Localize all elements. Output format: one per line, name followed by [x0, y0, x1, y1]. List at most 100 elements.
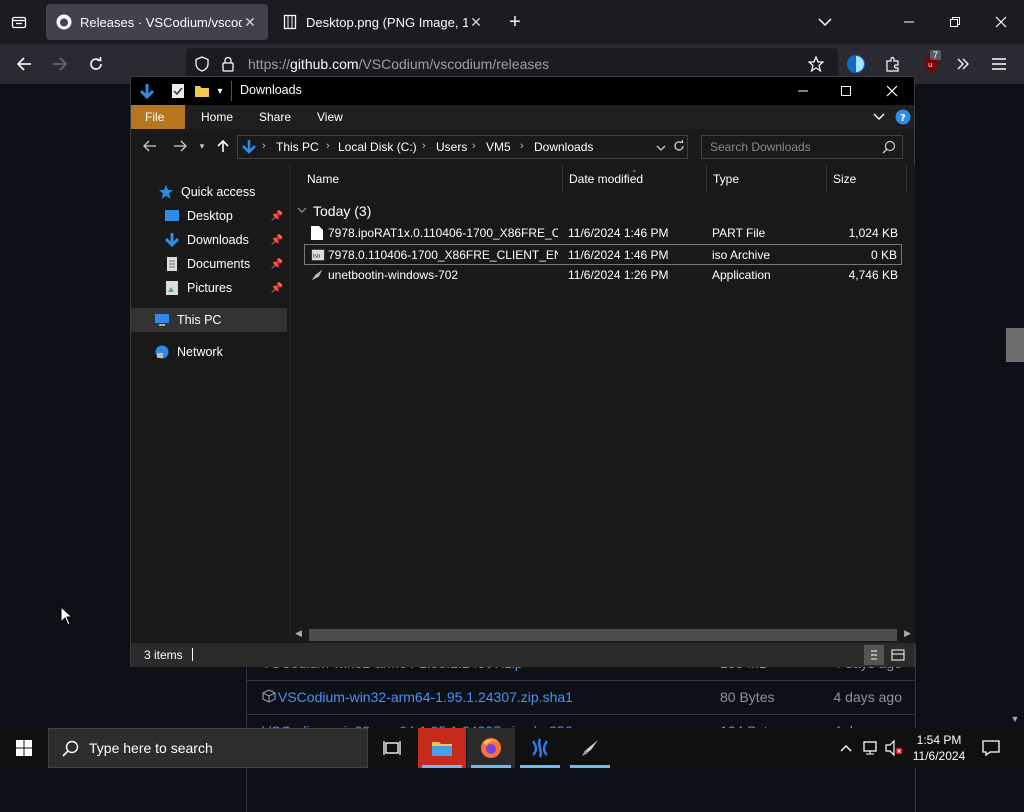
close-window-icon[interactable] — [990, 12, 1012, 32]
column-header-name[interactable]: Name — [291, 165, 563, 193]
group-label: Today (3) — [313, 203, 372, 219]
asset-name[interactable]: VSCodium-win32-arm64-1.95.1.24307.zip.sh… — [278, 689, 573, 705]
pictures-icon — [163, 279, 181, 297]
new-tab-icon[interactable]: + — [504, 11, 526, 33]
restore-icon[interactable] — [944, 12, 966, 32]
pin-icon[interactable]: 📌 — [271, 283, 283, 294]
tab-home[interactable]: Home — [187, 105, 247, 129]
group-header-today[interactable]: Today (3) — [297, 201, 371, 221]
scrollbar-thumb[interactable] — [309, 629, 897, 641]
back-icon[interactable] — [13, 54, 35, 74]
column-header-type[interactable]: Type — [707, 165, 827, 193]
search-field[interactable]: Search Downloads — [701, 135, 903, 159]
minimize-icon[interactable] — [898, 12, 920, 32]
nav-pictures[interactable]: Pictures 📌 — [131, 276, 287, 300]
notification-icon[interactable] — [980, 738, 1002, 758]
breadcrumb-downloads[interactable]: Downloads — [534, 140, 593, 154]
file-explorer-taskbar-button[interactable] — [418, 728, 466, 768]
network-status-icon[interactable] — [862, 739, 880, 757]
qat-dropdown-icon[interactable]: ▾ — [213, 83, 227, 99]
asset-row[interactable]: VSCodium-win32-arm64-1.95.1.24307.zip.sh… — [246, 680, 916, 714]
pin-icon[interactable]: 📌 — [271, 211, 283, 222]
tab-releases[interactable]: Releases · VSCodium/vscodium ✕ — [46, 4, 268, 40]
address-bar[interactable]: › This PC › Local Disk (C:) › Users › VM… — [237, 135, 688, 159]
firefox-taskbar-button[interactable] — [467, 728, 515, 768]
extensions-icon[interactable] — [882, 54, 904, 74]
lock-icon[interactable] — [218, 54, 238, 74]
nav-downloads[interactable]: Downloads 📌 — [131, 228, 287, 252]
recent-locations-icon[interactable]: ▾ — [195, 137, 209, 155]
ribbon-tabs: File Home Share View ? — [131, 105, 914, 129]
clock-date: 11/6/2024 — [912, 749, 966, 763]
vpn-extension-icon[interactable] — [845, 53, 867, 75]
menu-icon[interactable] — [988, 54, 1010, 74]
forward-icon[interactable] — [171, 137, 189, 155]
close-window-icon[interactable] — [880, 81, 904, 101]
back-icon[interactable] — [141, 137, 159, 155]
windows-logo-icon — [16, 740, 32, 756]
column-header-date[interactable]: Date modified — [563, 165, 707, 193]
close-tab-icon[interactable]: ✕ — [468, 14, 484, 31]
details-view-icon[interactable] — [864, 645, 884, 665]
tab-list-icon[interactable] — [8, 12, 30, 32]
volume-muted-icon[interactable] — [884, 739, 904, 757]
help-icon[interactable]: ? — [895, 109, 911, 125]
tab-view[interactable]: View — [303, 105, 357, 129]
taskbar-search-box[interactable]: Type here to search — [48, 728, 368, 768]
column-header-size[interactable]: Size — [827, 165, 907, 193]
large-icons-view-icon[interactable] — [888, 645, 908, 665]
close-tab-icon[interactable]: ✕ — [242, 14, 258, 31]
browser-tab-bar: Releases · VSCodium/vscodium ✕ Desktop.p… — [0, 0, 1024, 44]
address-dropdown-icon[interactable] — [656, 142, 666, 156]
breadcrumb-users[interactable]: Users — [436, 140, 467, 154]
file-row[interactable] — [305, 299, 903, 320]
file-row[interactable]: unetbootin-windows-702 11/6/2024 1:26 PM… — [304, 265, 902, 286]
overflow-chevrons-icon[interactable] — [952, 54, 974, 74]
nav-documents[interactable]: Documents 📌 — [131, 252, 287, 276]
file-row[interactable]: 7978.ipoRAT1x.0.110406-1700_X86FRE_CL...… — [304, 223, 902, 244]
breadcrumb-this-pc[interactable]: This PC — [276, 140, 319, 154]
new-folder-icon[interactable] — [193, 82, 211, 100]
nav-label: Downloads — [187, 233, 249, 247]
page-scrollbar-thumb[interactable] — [1006, 328, 1024, 362]
expand-ribbon-icon[interactable] — [871, 109, 887, 125]
bookmark-star-icon[interactable] — [806, 54, 826, 74]
nav-this-pc[interactable]: This PC — [131, 308, 287, 332]
task-view-button[interactable] — [368, 728, 416, 768]
scroll-right-icon[interactable]: ▶ — [904, 628, 911, 639]
start-button[interactable] — [0, 728, 48, 768]
unetbootin-taskbar-button[interactable] — [566, 728, 614, 768]
breadcrumb-local-disk[interactable]: Local Disk (C:) — [338, 140, 417, 154]
ublock-icon[interactable]: u 7 — [918, 50, 944, 76]
scroll-down-icon[interactable]: ▼ — [1008, 712, 1022, 726]
pin-icon[interactable]: 📌 — [271, 235, 283, 246]
chevron-down-icon[interactable] — [297, 204, 307, 218]
minimize-icon[interactable] — [791, 81, 815, 101]
forward-icon[interactable] — [49, 54, 71, 74]
tab-desktop-png[interactable]: Desktop.png (PNG Image, 1024 ✕ — [272, 4, 494, 40]
scroll-left-icon[interactable]: ◀ — [295, 628, 302, 639]
up-arrow-icon[interactable] — [214, 137, 232, 155]
nav-network[interactable]: Network — [131, 340, 287, 364]
nav-desktop[interactable]: Desktop 📌 — [131, 204, 287, 228]
reload-icon[interactable] — [85, 54, 107, 74]
maximize-icon[interactable] — [834, 81, 858, 101]
properties-checkbox-icon[interactable] — [169, 82, 187, 100]
horizontal-scrollbar[interactable]: ◀ ▶ — [291, 627, 915, 643]
file-row[interactable]: iso 7978.0.110406-1700_X86FRE_CLIENT_EN-… — [304, 244, 902, 265]
vscodium-taskbar-button[interactable] — [516, 728, 564, 768]
chevron-up-icon[interactable] — [838, 739, 854, 757]
system-clock[interactable]: 1:54 PM 11/6/2024 — [904, 732, 974, 764]
breadcrumb-vm5[interactable]: VM5 — [486, 140, 511, 154]
nav-quick-access[interactable]: Quick access — [131, 180, 287, 204]
file-name: 7978.0.110406-1700_X86FRE_CLIENT_EN-... — [328, 248, 558, 262]
chevron-down-icon[interactable] — [814, 12, 836, 32]
url-text[interactable]: https://github.com/VSCodium/vscodium/rel… — [248, 56, 549, 72]
window-title: Downloads — [240, 83, 302, 97]
tab-share[interactable]: Share — [245, 105, 305, 129]
explorer-title-bar[interactable]: ▾ Downloads — [131, 77, 914, 105]
shield-icon[interactable] — [192, 54, 212, 74]
tab-file[interactable]: File — [131, 105, 185, 129]
refresh-icon[interactable] — [672, 139, 686, 156]
pin-icon[interactable]: 📌 — [271, 259, 283, 270]
